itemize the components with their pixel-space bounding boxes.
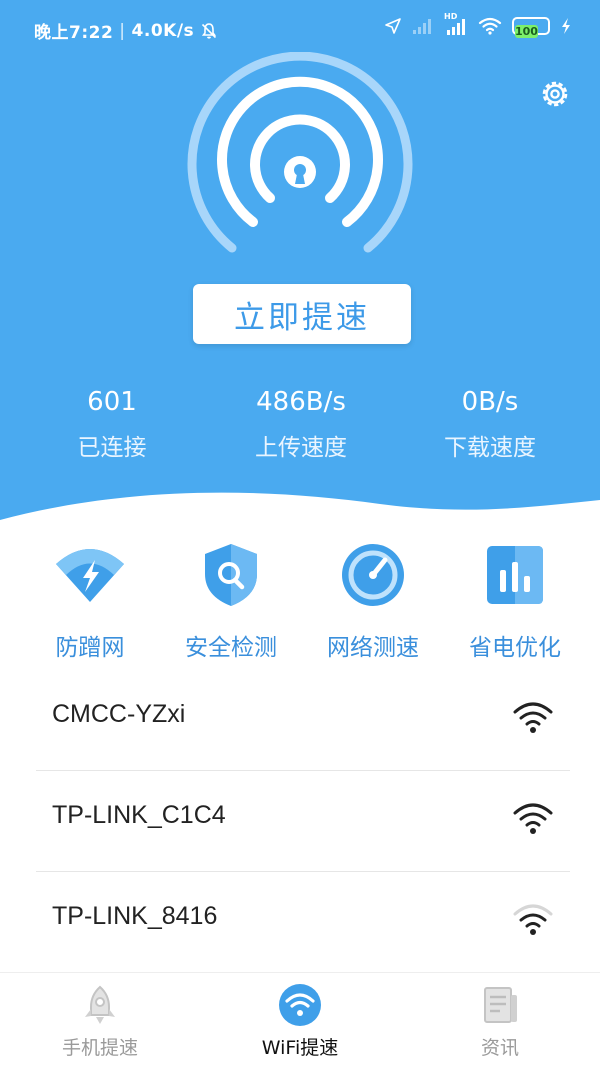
stat-download-speed: 0B/s 下载速度 <box>400 382 580 470</box>
status-separator: | <box>119 20 126 41</box>
charging-bolt-icon <box>562 18 570 34</box>
tab-label: 资讯 <box>480 1037 519 1059</box>
news-icon <box>484 987 517 1023</box>
wifi-network-item[interactable]: TP-LINK_8416 <box>36 872 570 973</box>
wifi-network-item[interactable]: TP-LINK_C1C4 <box>36 771 570 872</box>
feature-speed-test[interactable]: 网络测速 <box>298 540 448 662</box>
bottom-tab-bar: 手机提速 WiFi提速 资讯 <box>0 972 600 1067</box>
wifi-status-icon <box>478 17 502 35</box>
stat-label: 下载速度 <box>444 435 536 461</box>
feature-security-check[interactable]: 安全检测 <box>156 540 306 662</box>
wifi-ssid: CMCC-YZxi <box>52 700 186 728</box>
stat-value: 0B/s <box>461 387 519 417</box>
bell-muted-icon <box>202 22 217 39</box>
battery-level: 100 <box>515 25 538 38</box>
stat-connected: 601 已连接 <box>22 382 202 470</box>
signal-full-icon <box>447 19 465 35</box>
rocket-icon <box>85 985 115 1024</box>
status-time: 晚上7:22 <box>34 23 114 43</box>
stat-value: 486B/s <box>256 387 346 417</box>
stat-upload-speed: 486B/s 上传速度 <box>211 382 391 470</box>
tab-label: 手机提速 <box>61 1037 138 1059</box>
speed-gauge-icon <box>342 544 404 606</box>
feature-label: 省电优化 <box>469 635 561 661</box>
security-shield-icon <box>205 544 257 606</box>
power-saving-chart-icon <box>487 546 543 604</box>
tab-label: WiFi提速 <box>261 1037 339 1059</box>
tab-phone-boost[interactable]: 手机提速 <box>0 973 200 1067</box>
wifi-network-item[interactable]: CMCC-YZxi <box>36 670 570 771</box>
stat-label: 上传速度 <box>255 435 347 461</box>
stat-label: 已连接 <box>77 435 147 461</box>
wifi-signal-icon <box>513 803 553 834</box>
wifi-signal-weak-icon <box>513 904 553 935</box>
signal-empty-icon <box>413 19 431 34</box>
wifi-radar-graphic <box>187 52 413 257</box>
status-net-speed: 4.0K/s <box>131 20 195 41</box>
stat-value: 601 <box>87 387 137 417</box>
status-right: HD 100 <box>384 12 572 38</box>
signal-hd-group: HD <box>444 12 468 36</box>
feature-anti-leech[interactable]: 防蹭网 <box>15 540 165 662</box>
tab-wifi-boost[interactable]: WiFi提速 <box>200 973 400 1067</box>
wifi-ssid: TP-LINK_8416 <box>52 902 218 930</box>
wifi-icon <box>279 984 321 1026</box>
feature-shortcuts: 防蹭网 安全检测 网络测速 省电优化 <box>0 540 600 670</box>
battery-indicator: 100 <box>512 17 550 38</box>
hero-wave-edge <box>0 492 600 540</box>
location-arrow-icon <box>385 18 401 34</box>
wifi-network-list: CMCC-YZxi TP-LINK_C1C4 TP-LINK_8416 <box>36 670 570 973</box>
feature-label: 安全检测 <box>185 635 277 661</box>
wifi-ssid: TP-LINK_C1C4 <box>52 801 226 829</box>
hero-panel: 晚上7:22 | 4.0K/s HD 100 立即提速 601 已连接 486B… <box>0 0 600 540</box>
feature-power-saving[interactable]: 省电优化 <box>440 540 590 662</box>
anti-leech-wifi-icon <box>56 549 124 602</box>
feature-label: 网络测速 <box>327 635 419 661</box>
tab-news[interactable]: 资讯 <box>400 973 600 1067</box>
wifi-signal-icon <box>513 702 553 733</box>
stats-row: 601 已连接 486B/s 上传速度 0B/s 下载速度 <box>0 382 600 472</box>
status-bar: 晚上7:22 | 4.0K/s HD 100 <box>0 0 600 60</box>
feature-label: 防蹭网 <box>55 635 125 661</box>
status-left: 晚上7:22 | 4.0K/s <box>34 18 218 43</box>
battery-body: 100 <box>512 17 550 38</box>
boost-now-button[interactable]: 立即提速 <box>193 284 411 344</box>
settings-gear-icon[interactable] <box>535 74 575 114</box>
